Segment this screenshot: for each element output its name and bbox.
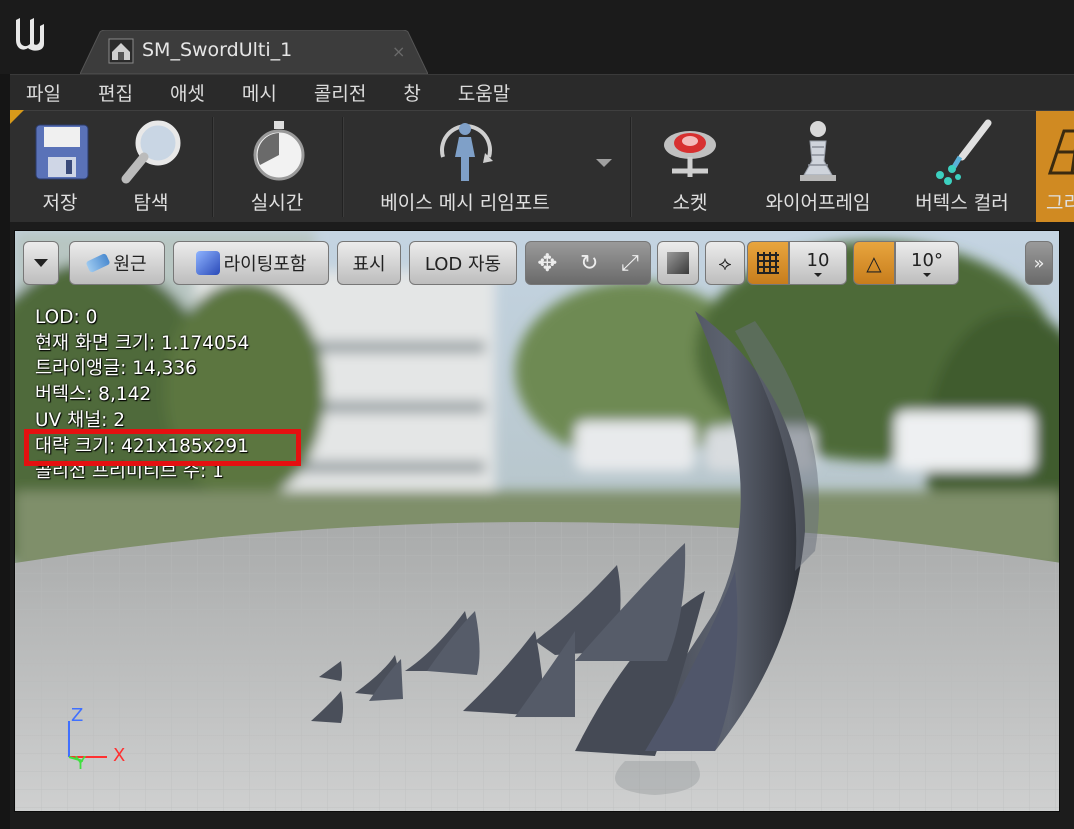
grid-snap-toggle[interactable] — [747, 241, 789, 285]
viewport-options-button[interactable] — [23, 241, 59, 285]
vertex-color-button[interactable]: 버텍스 컬러 — [904, 111, 1020, 223]
tab-sm-swordulti[interactable]: SM_SwordUlti_1 × — [80, 30, 428, 74]
axis-x-label: X — [113, 745, 126, 766]
grid-snap-value-label: 10 — [806, 249, 830, 271]
magnifier-icon — [121, 120, 181, 184]
show-label: 표시 — [352, 254, 386, 275]
toolbar-separator — [212, 117, 214, 217]
surface-snap-button[interactable] — [657, 241, 699, 285]
menu-window[interactable]: 창 — [403, 79, 420, 106]
chevron-down-icon — [923, 272, 931, 277]
cube-icon — [667, 252, 689, 274]
title-bar: SM_SwordUlti_1 × — [0, 0, 1074, 74]
viewport-toolbar: 원근 라이팅포함 표시 LOD 자동 ✥ ↻ ⤢ ⟡ 10 △ 10° » — [15, 231, 1059, 291]
chevron-down-icon — [814, 272, 822, 277]
reimport-mannequin-icon — [440, 123, 493, 181]
axis-y-label: Y — [75, 753, 86, 774]
mesh-viewport[interactable]: 원근 라이팅포함 표시 LOD 자동 ✥ ↻ ⤢ ⟡ 10 △ 10° » LO… — [14, 230, 1060, 812]
menu-edit[interactable]: 편집 — [98, 79, 133, 106]
axis-z-label: Z — [71, 705, 84, 726]
rotation-snap-value-label: 10° — [911, 249, 943, 271]
wireframe-pawn-icon — [800, 121, 836, 181]
browse-button[interactable]: 탐색 — [110, 111, 192, 223]
lit-label: 라이팅포함 — [223, 254, 307, 275]
translate-icon[interactable]: ✥ — [537, 249, 557, 277]
show-button[interactable]: 표시 — [337, 241, 401, 285]
overflow-chevron-icon: » — [1033, 252, 1045, 274]
rotation-snap-value[interactable]: 10° — [895, 241, 959, 285]
grid-snap-value[interactable]: 10 — [789, 241, 847, 285]
browse-label: 탐색 — [133, 192, 169, 214]
stopwatch-icon — [253, 121, 305, 181]
stat-lod: LOD: 0 — [35, 307, 98, 328]
angle-icon: △ — [866, 251, 882, 275]
rotate-icon[interactable]: ↻ — [580, 251, 598, 276]
stat-triangles: 트라이앵글: 14,336 — [35, 358, 197, 380]
socket-label: 소켓 — [672, 192, 708, 214]
socket-button[interactable]: 소켓 — [650, 111, 730, 223]
unreal-logo-icon — [16, 18, 44, 51]
reimport-label: 베이스 메시 리임포트 — [380, 192, 550, 214]
static-mesh-icon — [108, 38, 134, 64]
wireframe-label: 와이어프레임 — [765, 192, 871, 214]
lit-sphere-icon — [195, 251, 220, 275]
grid-label: 그리 — [1046, 192, 1074, 214]
vertex-color-label: 버텍스 컬러 — [915, 192, 1009, 214]
stat-vertices: 버텍스: 8,142 — [35, 384, 152, 406]
save-label: 저장 — [42, 192, 78, 214]
tab-close-button[interactable]: × — [392, 42, 405, 61]
rotation-snap-toggle[interactable]: △ — [853, 241, 895, 285]
menu-file[interactable]: 파일 — [26, 79, 61, 106]
toolbar-overflow-button[interactable]: » — [1025, 241, 1053, 285]
grid-icon — [1047, 129, 1074, 175]
lod-label: LOD 자동 — [424, 254, 502, 275]
reimport-dropdown-arrow[interactable] — [596, 159, 612, 167]
realtime-label: 실시간 — [250, 192, 304, 214]
stat-screen-size: 현재 화면 크기: 1.174054 — [35, 332, 250, 354]
tab-title: SM_SwordUlti_1 — [142, 39, 293, 61]
eraser-icon — [85, 252, 111, 274]
axes-icon: ⟡ — [718, 251, 732, 275]
toolbar-separator — [342, 117, 344, 217]
grid-snap-icon — [757, 252, 779, 274]
perspective-button[interactable]: 원근 — [69, 241, 165, 285]
realtime-button[interactable]: 실시간 — [232, 111, 322, 223]
chevron-down-icon — [34, 259, 48, 267]
menu-bar: 파일 편집 애셋 메시 콜리전 창 도움말 — [10, 74, 1074, 110]
socket-icon — [664, 131, 716, 177]
wireframe-button[interactable]: 와이어프레임 — [750, 111, 886, 223]
coordinate-system-button[interactable]: ⟡ — [705, 241, 745, 285]
menu-collision[interactable]: 콜리전 — [314, 79, 366, 106]
toolbar: 저장 탐색 실시간 베이스 메시 리임포트 소켓 와이어프레임 버텍스 컬러 그… — [10, 110, 1074, 223]
reimport-base-mesh-button[interactable]: 베이스 메시 리임포트 — [360, 111, 570, 223]
save-icon — [35, 124, 89, 180]
save-button[interactable]: 저장 — [18, 111, 102, 223]
perspective-label: 원근 — [113, 254, 147, 275]
approx-size-highlight — [24, 429, 301, 466]
scale-icon[interactable]: ⤢ — [621, 251, 639, 276]
menu-asset[interactable]: 애셋 — [170, 79, 205, 106]
lit-mode-button[interactable]: 라이팅포함 — [173, 241, 329, 285]
menu-mesh[interactable]: 메시 — [242, 79, 277, 106]
vertex-color-icon — [936, 119, 992, 185]
grid-button[interactable]: 그리 — [1036, 111, 1074, 223]
lod-auto-button[interactable]: LOD 자동 — [409, 241, 517, 285]
toolbar-separator — [630, 117, 632, 217]
toolbar-corner-marker — [10, 110, 24, 124]
menu-help[interactable]: 도움말 — [458, 79, 510, 106]
transform-mode-group: ✥ ↻ ⤢ — [525, 241, 651, 285]
